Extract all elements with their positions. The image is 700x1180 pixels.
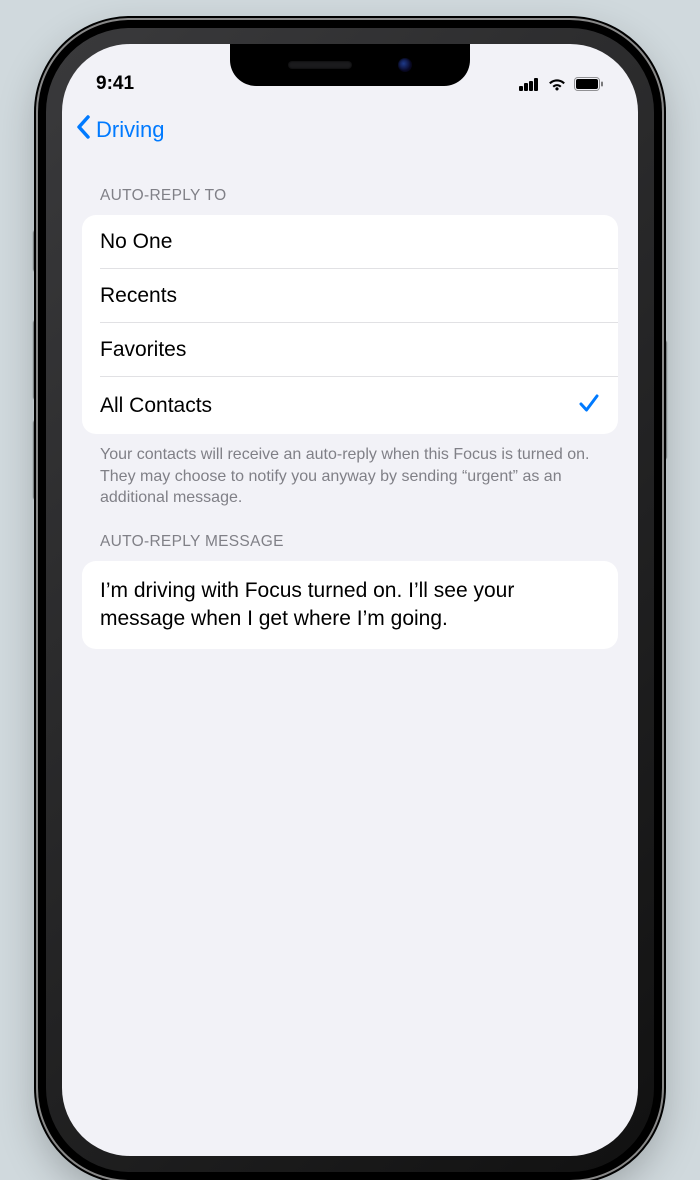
auto-reply-to-list: No One Recents Favorites All Contacts [82, 215, 618, 434]
option-label: No One [100, 230, 172, 254]
section-header-auto-reply-message: Auto-Reply Message [82, 509, 618, 561]
screen: 9:41 Driving Auto-Reply To [62, 44, 638, 1156]
front-camera [398, 58, 412, 72]
back-chevron-icon[interactable] [74, 114, 92, 145]
section-header-auto-reply-to: Auto-Reply To [82, 163, 618, 215]
content-area: Auto-Reply To No One Recents Favorites A… [62, 163, 638, 649]
display-notch [230, 44, 470, 86]
option-favorites[interactable]: Favorites [82, 323, 618, 377]
wifi-icon [547, 77, 567, 92]
option-no-one[interactable]: No One [82, 215, 618, 269]
back-button-label[interactable]: Driving [96, 117, 164, 143]
option-label: All Contacts [100, 394, 212, 418]
option-all-contacts[interactable]: All Contacts [82, 377, 618, 434]
earpiece-speaker [288, 61, 352, 69]
option-label: Recents [100, 284, 177, 308]
battery-icon [574, 77, 604, 91]
section-footer-auto-reply-to: Your contacts will receive an auto-reply… [82, 434, 618, 509]
auto-reply-message-text: I’m driving with Focus turned on. I’ll s… [100, 577, 600, 634]
auto-reply-message-card[interactable]: I’m driving with Focus turned on. I’ll s… [82, 561, 618, 650]
checkmark-icon [578, 392, 600, 419]
option-recents[interactable]: Recents [82, 269, 618, 323]
status-indicators [519, 77, 604, 92]
phone-device: 9:41 Driving Auto-Reply To [38, 20, 662, 1180]
navigation-bar: Driving [62, 104, 638, 163]
cellular-icon [519, 78, 540, 91]
status-time: 9:41 [96, 73, 134, 95]
option-label: Favorites [100, 338, 186, 362]
